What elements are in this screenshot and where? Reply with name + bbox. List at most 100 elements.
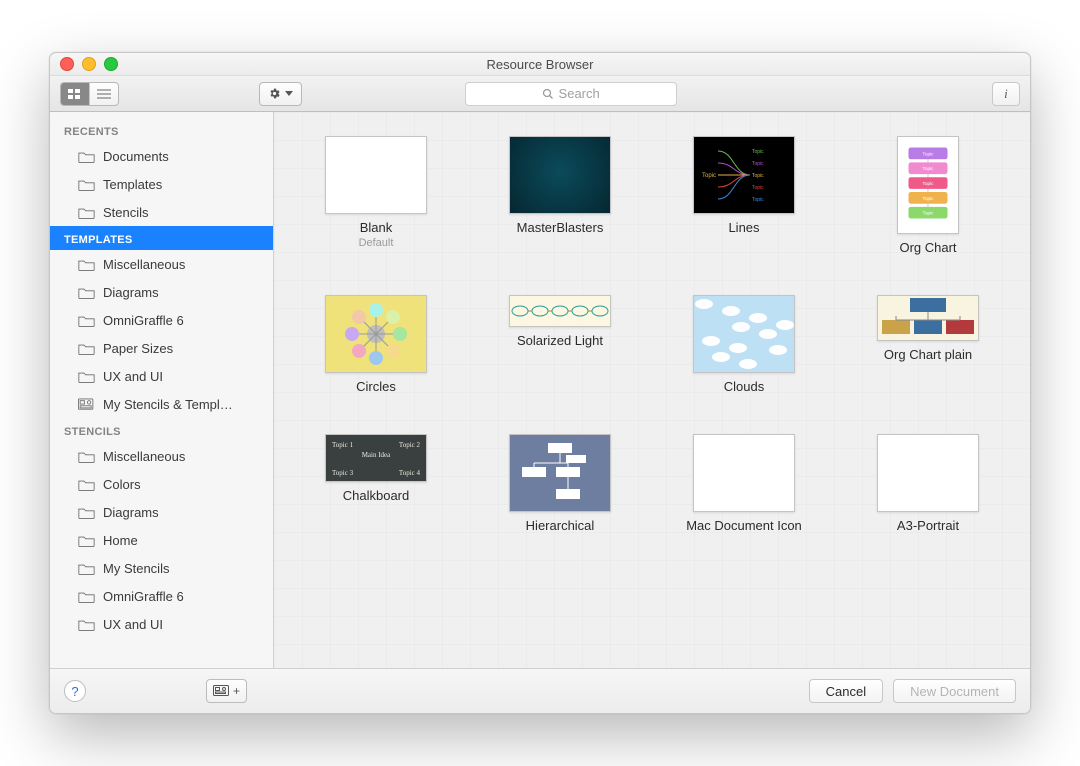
stencil-icon bbox=[78, 398, 95, 411]
folder-icon bbox=[78, 370, 95, 383]
template-thumbnail bbox=[325, 136, 427, 214]
sidebar: RECENTS Documents Templates Stencils TEMPLAT… bbox=[50, 112, 274, 668]
template-thumbnail bbox=[509, 295, 611, 327]
resource-browser-window: Resource Browser Search i RECENTS Documen… bbox=[49, 52, 1031, 714]
sidebar-item[interactable]: Home bbox=[50, 526, 273, 554]
template-thumbnail bbox=[877, 295, 979, 341]
sidebar-item[interactable]: My Stencils bbox=[50, 554, 273, 582]
folder-icon bbox=[78, 534, 95, 547]
svg-text:Topic: Topic bbox=[752, 161, 764, 167]
close-window-icon[interactable] bbox=[60, 57, 74, 71]
sidebar-section-header[interactable]: STENCILS bbox=[50, 418, 273, 442]
sidebar-section-header[interactable]: RECENTS bbox=[50, 118, 273, 142]
template-item[interactable]: A3-Portrait bbox=[854, 434, 1002, 533]
template-item[interactable]: Solarized Light bbox=[486, 295, 634, 394]
sidebar-item[interactable]: Templates bbox=[50, 170, 273, 198]
sidebar-item[interactable]: My Stencils & Templ… bbox=[50, 390, 273, 418]
template-thumbnail: Main IdeaTopic 1Topic 2Topic 3Topic 4 bbox=[325, 434, 427, 482]
svg-text:Topic: Topic bbox=[923, 151, 935, 156]
cancel-button[interactable]: Cancel bbox=[809, 679, 883, 703]
template-item[interactable]: BlankDefault bbox=[302, 136, 450, 255]
list-view-icon bbox=[97, 89, 111, 99]
svg-text:Topic: Topic bbox=[923, 211, 935, 216]
template-thumbnail bbox=[509, 434, 611, 512]
sidebar-item[interactable]: Miscellaneous bbox=[50, 442, 273, 470]
template-item[interactable]: TopicTopicTopicTopicTopicOrg Chart bbox=[854, 136, 1002, 255]
template-item[interactable]: Mac Document Icon bbox=[670, 434, 818, 533]
sidebar-item-label: UX and UI bbox=[103, 617, 163, 632]
folder-icon bbox=[78, 618, 95, 631]
template-label: Org Chart plain bbox=[884, 347, 972, 362]
sidebar-item-label: My Stencils & Templ… bbox=[103, 397, 233, 412]
chevron-down-icon bbox=[285, 91, 293, 96]
template-item[interactable]: Org Chart plain bbox=[854, 295, 1002, 394]
sidebar-item[interactable]: OmniGraffle 6 bbox=[50, 582, 273, 610]
sidebar-item[interactable]: Miscellaneous bbox=[50, 250, 273, 278]
template-item[interactable]: Main IdeaTopic 1Topic 2Topic 3Topic 4Cha… bbox=[302, 434, 450, 533]
sidebar-item-label: Home bbox=[103, 533, 138, 548]
list-view-button[interactable] bbox=[89, 83, 118, 105]
folder-icon bbox=[78, 478, 95, 491]
template-label: Org Chart bbox=[899, 240, 956, 255]
svg-text:Topic: Topic bbox=[923, 196, 935, 201]
template-thumbnail bbox=[325, 295, 427, 373]
sidebar-item-label: Templates bbox=[103, 177, 162, 192]
svg-text:Topic: Topic bbox=[702, 173, 716, 179]
grid-view-icon bbox=[68, 89, 82, 99]
minimize-window-icon[interactable] bbox=[82, 57, 96, 71]
template-item[interactable]: MasterBlasters bbox=[486, 136, 634, 255]
folder-icon bbox=[78, 286, 95, 299]
action-menu-button[interactable] bbox=[259, 82, 302, 106]
footer: ? + Cancel New Document bbox=[50, 668, 1030, 713]
template-label: Solarized Light bbox=[517, 333, 603, 348]
template-thumbnail bbox=[877, 434, 979, 512]
sidebar-item[interactable]: Diagrams bbox=[50, 498, 273, 526]
sidebar-item[interactable]: OmniGraffle 6 bbox=[50, 306, 273, 334]
sidebar-section-header[interactable]: TEMPLATES bbox=[50, 226, 273, 250]
sidebar-item-label: My Stencils bbox=[103, 561, 169, 576]
sidebar-item-label: Paper Sizes bbox=[103, 341, 173, 356]
folder-icon bbox=[78, 342, 95, 355]
add-stencil-button[interactable]: + bbox=[206, 679, 247, 703]
sidebar-item-label: UX and UI bbox=[103, 369, 163, 384]
template-label: Mac Document Icon bbox=[686, 518, 802, 533]
grid-view-button[interactable] bbox=[61, 83, 89, 105]
folder-icon bbox=[78, 562, 95, 575]
plus-icon: + bbox=[233, 684, 240, 698]
sidebar-item-label: Stencils bbox=[103, 205, 149, 220]
sidebar-item[interactable]: Paper Sizes bbox=[50, 334, 273, 362]
sidebar-item-label: OmniGraffle 6 bbox=[103, 589, 184, 604]
stencil-icon bbox=[213, 685, 231, 698]
template-item[interactable]: Hierarchical bbox=[486, 434, 634, 533]
template-label: Lines bbox=[728, 220, 759, 235]
sidebar-item-label: Miscellaneous bbox=[103, 449, 185, 464]
zoom-window-icon[interactable] bbox=[104, 57, 118, 71]
help-button[interactable]: ? bbox=[64, 680, 86, 702]
folder-icon bbox=[78, 450, 95, 463]
template-thumbnail bbox=[693, 295, 795, 373]
sidebar-item[interactable]: Stencils bbox=[50, 198, 273, 226]
sidebar-item-label: Documents bbox=[103, 149, 169, 164]
sidebar-item-label: Diagrams bbox=[103, 505, 159, 520]
sidebar-item-label: Miscellaneous bbox=[103, 257, 185, 272]
sidebar-item[interactable]: Documents bbox=[50, 142, 273, 170]
window-title: Resource Browser bbox=[487, 57, 594, 72]
sidebar-item[interactable]: Colors bbox=[50, 470, 273, 498]
gear-icon bbox=[268, 87, 281, 100]
template-item[interactable]: Topic TopicTopicTopicTopicTopic Lines bbox=[670, 136, 818, 255]
search-icon bbox=[542, 88, 554, 100]
template-thumbnail bbox=[509, 136, 611, 214]
template-item[interactable]: Circles bbox=[302, 295, 450, 394]
info-button[interactable]: i bbox=[992, 82, 1020, 106]
new-document-button[interactable]: New Document bbox=[893, 679, 1016, 703]
folder-icon bbox=[78, 150, 95, 163]
template-item[interactable]: Clouds bbox=[670, 295, 818, 394]
template-label: Clouds bbox=[724, 379, 764, 394]
sidebar-item[interactable]: Diagrams bbox=[50, 278, 273, 306]
sidebar-item[interactable]: UX and UI bbox=[50, 610, 273, 638]
sidebar-item-label: OmniGraffle 6 bbox=[103, 313, 184, 328]
folder-icon bbox=[78, 206, 95, 219]
sidebar-item[interactable]: UX and UI bbox=[50, 362, 273, 390]
search-input[interactable]: Search bbox=[465, 82, 677, 106]
svg-text:Topic: Topic bbox=[752, 149, 764, 155]
